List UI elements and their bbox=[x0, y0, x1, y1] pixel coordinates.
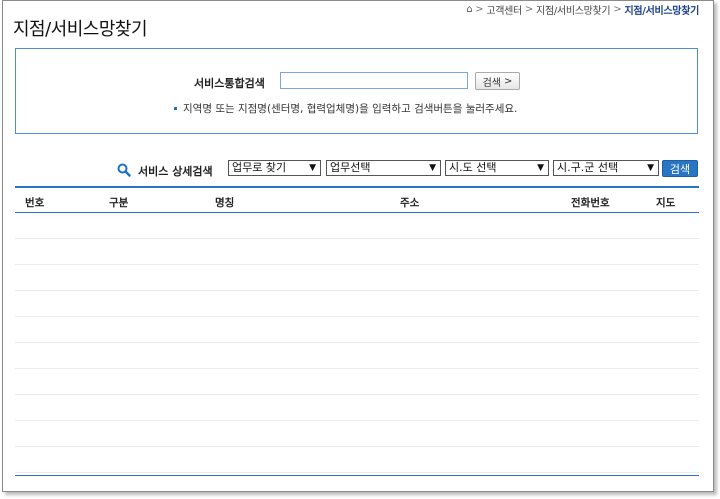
table-header: 번호 구분 명칭 주소 전화번호 지도 bbox=[15, 186, 699, 213]
page-frame: ⌂ > 고객센터 > 지점/서비스망찾기 > 지점/서비스망찾기 지점/서비스망… bbox=[2, 0, 714, 492]
table-row-empty bbox=[15, 421, 699, 447]
search-icon bbox=[117, 162, 131, 181]
district-select-value: 시.구.군 선택 bbox=[557, 161, 619, 174]
city-select[interactable]: 시.도 선택 ▼ bbox=[445, 160, 549, 176]
table-row-empty bbox=[15, 369, 699, 395]
breadcrumb-separator: > bbox=[613, 4, 622, 15]
results-table: 번호 구분 명칭 주소 전화번호 지도 bbox=[15, 186, 699, 473]
table-row-empty bbox=[15, 265, 699, 291]
breadcrumb-current: 지점/서비스망찾기 bbox=[624, 6, 699, 17]
table-row-empty bbox=[15, 213, 699, 239]
breadcrumb-separator: > bbox=[475, 4, 484, 15]
table-row-empty bbox=[15, 343, 699, 369]
bullet-icon bbox=[174, 107, 177, 110]
breadcrumb: ⌂ > 고객센터 > 지점/서비스망찾기 > 지점/서비스망찾기 bbox=[466, 2, 699, 17]
column-header-name: 명칭 bbox=[215, 197, 235, 209]
district-select[interactable]: 시.구.군 선택 ▼ bbox=[553, 160, 659, 176]
task-select-value: 업무선택 bbox=[330, 161, 371, 174]
breadcrumb-item-customer-center[interactable]: 고객센터 bbox=[486, 2, 522, 17]
search-hint: 지역명 또는 지점명(센터명, 협력업체명)을 입력하고 검색버튼을 눌러주세요… bbox=[174, 101, 517, 116]
detail-search-row: 서비스 상세검색 업무로 찾기 ▼ 업무선택 ▼ 시.도 선택 ▼ 시.구.군 … bbox=[3, 160, 713, 181]
breadcrumb-item-branch-finder[interactable]: 지점/서비스망찾기 bbox=[536, 2, 611, 17]
breadcrumb-separator: > bbox=[524, 4, 534, 15]
integrated-search-button[interactable]: 검색 > bbox=[475, 72, 520, 90]
find-by-task-select-value: 업무로 찾기 bbox=[232, 161, 287, 174]
table-row-empty bbox=[15, 395, 699, 421]
home-icon[interactable]: ⌂ bbox=[466, 4, 472, 15]
integrated-search-button-label: 검색 bbox=[482, 77, 501, 89]
city-select-value: 시.도 선택 bbox=[449, 161, 497, 174]
detail-search-button[interactable]: 검색 bbox=[662, 160, 698, 177]
search-hint-text: 지역명 또는 지점명(센터명, 협력업체명)을 입력하고 검색버튼을 눌러주세요… bbox=[183, 103, 518, 115]
table-row-empty bbox=[15, 239, 699, 265]
task-select[interactable]: 업무선택 ▼ bbox=[326, 160, 441, 176]
dropdown-arrow-icon: ▼ bbox=[647, 163, 654, 173]
table-row-empty bbox=[15, 447, 699, 473]
integrated-search-label: 서비스통합검색 bbox=[194, 77, 265, 90]
page-title: 지점/서비스망찾기 bbox=[13, 19, 148, 40]
dropdown-arrow-icon: ▼ bbox=[537, 163, 544, 173]
column-header-map: 지도 bbox=[656, 197, 676, 209]
column-header-address: 주소 bbox=[400, 197, 420, 209]
dropdown-arrow-icon: ▼ bbox=[309, 163, 316, 173]
integrated-search-input[interactable] bbox=[280, 72, 468, 89]
table-row-empty bbox=[15, 317, 699, 343]
table-row-empty bbox=[15, 291, 699, 317]
find-by-task-select[interactable]: 업무로 찾기 ▼ bbox=[228, 160, 321, 176]
dropdown-arrow-icon: ▼ bbox=[429, 163, 436, 173]
detail-search-label: 서비스 상세검색 bbox=[138, 165, 213, 178]
column-header-phone: 전화번호 bbox=[571, 197, 610, 209]
column-header-category: 구분 bbox=[109, 197, 129, 209]
chevron-right-icon: > bbox=[504, 75, 513, 87]
integrated-search-panel: 서비스통합검색 검색 > 지역명 또는 지점명(센터명, 협력업체명)을 입력하… bbox=[15, 48, 698, 134]
table-bottom-border bbox=[15, 475, 699, 476]
column-header-number: 번호 bbox=[25, 197, 45, 209]
